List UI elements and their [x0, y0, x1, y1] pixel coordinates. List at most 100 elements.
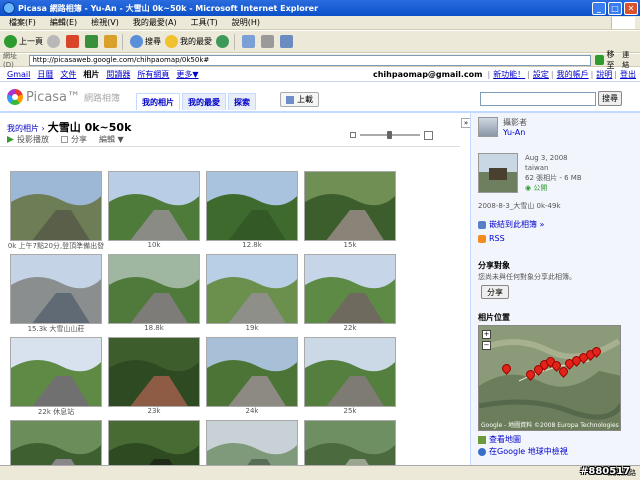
photo-thumbnail[interactable]	[206, 420, 298, 465]
album-main: 我的相片 › 大雪山 0k~50k 投影播放 分享 編輯 ▼ 0k 上午7點20…	[0, 113, 460, 465]
album-cover-image	[479, 154, 517, 192]
photo-thumbnail[interactable]	[206, 254, 298, 324]
edit-button[interactable]	[280, 35, 295, 48]
picasa-logo[interactable]: Picasa™ 網路相簿	[7, 89, 120, 105]
settings-link[interactable]: 設定	[533, 69, 549, 80]
embed-album-link[interactable]: 嵌結到此相簿 »	[478, 219, 544, 230]
gbar-reader[interactable]: 閱讀器	[106, 69, 130, 80]
favorites-label: 我的最愛	[180, 37, 212, 46]
google-earth-link[interactable]: 在Google 地球中檢視	[478, 446, 568, 457]
favorites-button[interactable]: 我的最愛	[165, 35, 212, 48]
map-zoom-in[interactable]: +	[482, 330, 491, 339]
go-arrow-icon[interactable]	[594, 55, 605, 65]
menu-file[interactable]: 檔案(F)	[9, 17, 36, 28]
sign-out-link[interactable]: 登出	[620, 69, 636, 80]
owner-name-link[interactable]: Yu-An	[503, 128, 527, 137]
gbar-gmail[interactable]: Gmail	[7, 70, 30, 79]
stop-button[interactable]	[66, 35, 81, 48]
gbar-account: chihpaomap@gmail.com | 新功能！ | 設定 | 我的帳戶 …	[372, 69, 636, 80]
map-zoom-out[interactable]: −	[482, 341, 491, 350]
home-button[interactable]	[104, 35, 119, 48]
thumbnail-size-slider[interactable]	[350, 130, 450, 140]
gbar-web[interactable]: 所有網頁	[137, 69, 169, 80]
photo-image	[305, 255, 395, 323]
print-button[interactable]	[261, 35, 276, 48]
menu-tools[interactable]: 工具(T)	[191, 17, 218, 28]
slider-handle[interactable]	[387, 131, 392, 139]
upload-icon	[286, 95, 294, 104]
photo-image	[11, 338, 101, 406]
history-button[interactable]	[216, 35, 231, 48]
share-heading: 分享對象	[478, 261, 510, 270]
home-icon	[104, 35, 117, 48]
photo-thumbnail[interactable]	[108, 254, 200, 324]
watermark: #880517	[580, 466, 631, 477]
view-map-link[interactable]: 查看地圖	[478, 434, 521, 445]
photo-thumbnail[interactable]	[206, 337, 298, 407]
avatar[interactable]	[478, 117, 498, 137]
star-icon	[165, 35, 178, 48]
whats-new-link[interactable]: 新功能！	[493, 69, 525, 80]
photo-location-map[interactable]: + − Google - 地圖資料 ©2008 Europa Technolog…	[478, 325, 621, 431]
owner-label: 攝影者	[503, 118, 527, 127]
search-button[interactable]: 搜尋	[130, 35, 161, 48]
tab-explore[interactable]: 探索	[228, 93, 256, 110]
browser-toolbar: 上一頁 搜尋 我的最愛	[0, 31, 640, 53]
photo-search-button[interactable]: 搜尋	[598, 91, 622, 106]
share-album-button[interactable]: 分享	[481, 285, 509, 299]
tab-favorites[interactable]: 我的最愛	[182, 93, 226, 110]
photo-thumbnail[interactable]	[10, 171, 102, 241]
help-link[interactable]: 說明	[596, 69, 612, 80]
close-button[interactable]: ✕	[624, 1, 638, 15]
forward-button[interactable]	[47, 35, 62, 48]
photo-image	[305, 172, 395, 240]
menu-view[interactable]: 檢視(V)	[91, 17, 119, 28]
photo-caption: 22k 休息站	[37, 408, 75, 416]
slideshow-button[interactable]: 投影播放	[7, 134, 49, 145]
upload-button[interactable]: 上載	[280, 92, 319, 107]
photo-thumbnail[interactable]	[304, 171, 396, 241]
photo-thumbnail[interactable]	[304, 337, 396, 407]
maximize-button[interactable]: □	[608, 1, 622, 15]
map-terrain	[479, 326, 620, 430]
mail-button[interactable]	[242, 35, 257, 48]
photo-thumbnail[interactable]	[206, 171, 298, 241]
menu-edit[interactable]: 編輯(E)	[50, 17, 77, 28]
share-button[interactable]: 分享	[61, 134, 87, 145]
gbar-more[interactable]: 更多▼	[176, 69, 198, 80]
printer-icon	[261, 35, 274, 48]
address-input[interactable]: http://picasaweb.google.com/chihpaomap/0…	[29, 54, 591, 66]
rss-link[interactable]: RSS	[478, 234, 505, 243]
gbar-photos[interactable]: 相片	[83, 69, 99, 80]
photo-image	[207, 338, 297, 406]
breadcrumb-my-photos[interactable]: 我的相片 ›	[7, 123, 45, 134]
photo-thumbnail[interactable]	[10, 337, 102, 407]
google-bar: Gmail 日曆 文件 相片 閱讀器 所有網頁 更多▼ chihpaomap@g…	[0, 68, 640, 82]
album-stats: 62 張相片 - 6 MB	[525, 174, 582, 182]
photo-thumbnail[interactable]	[108, 337, 200, 407]
album-cover[interactable]	[478, 153, 518, 193]
tab-my-photos[interactable]: 我的相片	[136, 93, 180, 110]
photo-caption: 25k	[343, 407, 357, 415]
photo-thumbnail[interactable]	[10, 254, 102, 324]
minimize-button[interactable]: _	[592, 1, 606, 15]
menu-help[interactable]: 說明(H)	[232, 17, 260, 28]
gbar-calendar[interactable]: 日曆	[37, 69, 53, 80]
rss-icon	[478, 234, 486, 243]
album-caption: 2008-8-3_大雪山 0k-49k	[478, 202, 561, 210]
menu-favorites[interactable]: 我的最愛(A)	[133, 17, 177, 28]
photo-thumbnail[interactable]	[10, 420, 102, 465]
photo-thumbnail[interactable]	[108, 420, 200, 465]
photo-thumbnail[interactable]	[304, 420, 396, 465]
photo-search-input[interactable]	[480, 92, 596, 106]
links-button[interactable]: 連結	[622, 50, 636, 70]
gbar-docs[interactable]: 文件	[60, 69, 76, 80]
edit-menu-button[interactable]: 編輯 ▼	[99, 134, 124, 145]
photo-image	[207, 421, 297, 465]
slider-track[interactable]	[360, 131, 420, 139]
photo-thumbnail[interactable]	[304, 254, 396, 324]
refresh-button[interactable]	[85, 35, 100, 48]
my-account-link[interactable]: 我的帳戶	[557, 69, 589, 80]
photo-thumbnail[interactable]	[108, 171, 200, 241]
back-button[interactable]: 上一頁	[4, 35, 43, 48]
